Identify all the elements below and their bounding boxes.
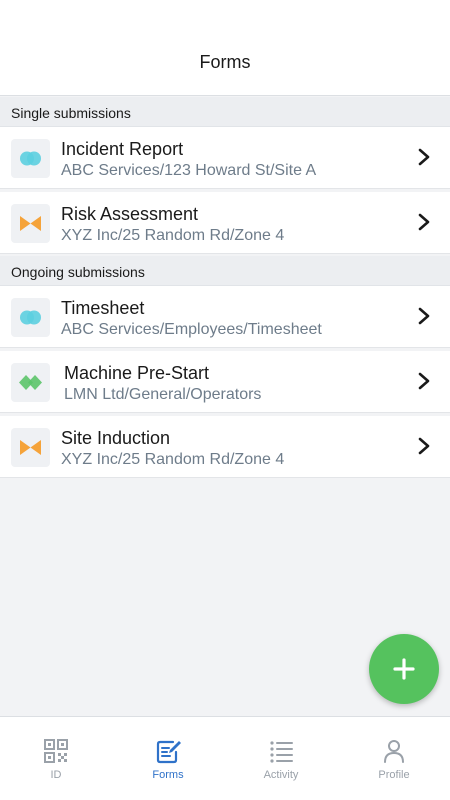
form-path: ABC Services/Employees/Timesheet bbox=[61, 321, 322, 338]
green-diamonds-icon bbox=[11, 363, 50, 402]
form-path: XYZ Inc/25 Random Rd/Zone 4 bbox=[61, 227, 285, 244]
app-header: Forms bbox=[0, 0, 450, 96]
chevron-right-icon bbox=[418, 372, 430, 390]
person-icon bbox=[384, 740, 404, 763]
nav-label: Activity bbox=[263, 769, 299, 781]
chevron-right-icon bbox=[418, 148, 430, 166]
chevron-right-icon bbox=[418, 437, 430, 455]
form-row-timesheet[interactable]: Timesheet ABC Services/Employees/Timeshe… bbox=[0, 286, 450, 348]
section-header-single: Single submissions bbox=[0, 97, 450, 127]
nav-item-activity[interactable]: Activity bbox=[225, 717, 337, 800]
section-header-ongoing: Ongoing submissions bbox=[0, 256, 450, 286]
qr-code-icon bbox=[44, 739, 68, 763]
bottom-nav: ID Forms Activity Profile bbox=[0, 716, 450, 800]
nav-item-profile[interactable]: Profile bbox=[338, 717, 450, 800]
form-path: LMN Ltd/General/Operators bbox=[64, 386, 262, 403]
nav-label: Profile bbox=[378, 769, 410, 781]
nav-label: Forms bbox=[152, 769, 184, 781]
orange-bowtie-icon bbox=[11, 428, 50, 467]
nav-item-id[interactable]: ID bbox=[0, 717, 112, 800]
blue-circles-icon bbox=[11, 139, 50, 178]
blue-circles-icon bbox=[11, 298, 50, 337]
section-label: Single submissions bbox=[11, 105, 131, 121]
orange-bowtie-icon bbox=[11, 204, 50, 243]
section-label: Ongoing submissions bbox=[11, 264, 145, 280]
form-path: XYZ Inc/25 Random Rd/Zone 4 bbox=[61, 451, 285, 468]
nav-label: ID bbox=[50, 769, 62, 781]
form-edit-icon bbox=[156, 740, 181, 764]
form-row-incident-report[interactable]: Incident Report ABC Services/123 Howard … bbox=[0, 127, 450, 189]
nav-item-forms[interactable]: Forms bbox=[112, 717, 224, 800]
plus-icon bbox=[393, 658, 415, 680]
form-path: ABC Services/123 Howard St/Site A bbox=[61, 162, 317, 179]
form-row-machine-pre-start[interactable]: Machine Pre-Start LMN Ltd/General/Operat… bbox=[0, 351, 450, 413]
form-name: Site Induction bbox=[61, 428, 171, 448]
form-name: Incident Report bbox=[61, 139, 184, 159]
list-icon bbox=[270, 741, 293, 763]
form-row-risk-assessment[interactable]: Risk Assessment XYZ Inc/25 Random Rd/Zon… bbox=[0, 192, 450, 254]
form-name: Machine Pre-Start bbox=[64, 363, 210, 383]
chevron-right-icon bbox=[418, 307, 430, 325]
form-name: Risk Assessment bbox=[61, 204, 199, 224]
chevron-right-icon bbox=[418, 213, 430, 231]
page-title: Forms bbox=[199, 52, 251, 72]
form-name: Timesheet bbox=[61, 298, 145, 318]
form-row-site-induction[interactable]: Site Induction XYZ Inc/25 Random Rd/Zone… bbox=[0, 416, 450, 478]
add-form-button[interactable] bbox=[369, 634, 439, 704]
